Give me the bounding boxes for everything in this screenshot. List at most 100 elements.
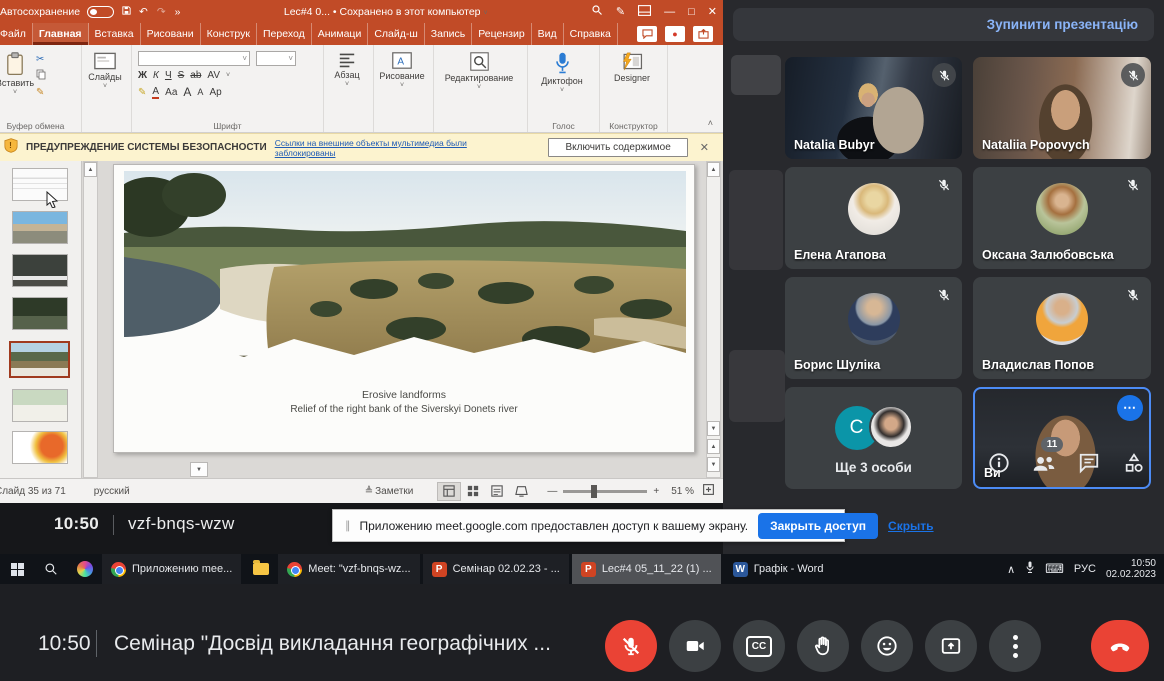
redo-button[interactable]: ↷ bbox=[157, 6, 166, 18]
format-painter-icon[interactable]: ✎ bbox=[36, 87, 46, 98]
qat-more-button[interactable]: » bbox=[175, 6, 181, 18]
taskbar-item-word[interactable]: W Графік - Word bbox=[724, 554, 833, 584]
share-icon[interactable] bbox=[693, 26, 713, 42]
normal-view-button[interactable] bbox=[437, 482, 461, 501]
taskbar-item-meet[interactable]: Meet: "vzf-bnqs-wz... bbox=[278, 554, 419, 584]
dictate-button[interactable]: Диктофон ˅ bbox=[528, 45, 596, 93]
paragraph-button[interactable]: Абзац ˅ bbox=[324, 45, 370, 87]
taskbar-item-powerpoint-lecture[interactable]: P Lec#4 05_11_22 (1) ... bbox=[572, 554, 721, 584]
paint-app-icon[interactable] bbox=[68, 554, 102, 584]
slide-thumbnail[interactable] bbox=[12, 297, 68, 330]
participant-tile[interactable]: Nataliia Popovych bbox=[973, 57, 1151, 159]
grow-font-button[interactable]: А bbox=[183, 85, 191, 99]
stop-sharing-button[interactable]: Закрыть доступ bbox=[758, 513, 878, 539]
tab-design[interactable]: Конструк bbox=[201, 23, 257, 45]
current-slide[interactable]: Erosive landforms Relief of the right ba… bbox=[113, 164, 695, 453]
taskbar-search-icon[interactable] bbox=[34, 554, 68, 584]
drag-handle-icon[interactable]: ∥ bbox=[345, 519, 350, 532]
zoom-out-button[interactable]: — bbox=[547, 486, 557, 497]
ribbon-options-icon[interactable] bbox=[638, 5, 651, 19]
raise-hand-button[interactable] bbox=[797, 620, 849, 672]
captions-button[interactable]: CC bbox=[733, 620, 785, 672]
scroll-down-button[interactable]: ▼ bbox=[707, 421, 720, 436]
collapse-ribbon-button[interactable]: ˄ bbox=[708, 118, 713, 128]
more-options-button[interactable] bbox=[989, 620, 1041, 672]
slide-sorter-view-button[interactable] bbox=[461, 482, 485, 501]
tab-review[interactable]: Рецензир bbox=[472, 23, 531, 45]
present-screen-button[interactable] bbox=[925, 620, 977, 672]
tab-slideshow[interactable]: Слайд-ш bbox=[368, 23, 424, 45]
overflow-participants-tile[interactable]: C Ще 3 особи bbox=[785, 387, 962, 489]
font-size-select[interactable]: ˅ bbox=[256, 51, 296, 66]
copy-icon[interactable] bbox=[36, 69, 46, 83]
editing-button[interactable]: Редактирование ˅ bbox=[434, 45, 524, 90]
tab-help[interactable]: Справка bbox=[564, 23, 618, 45]
tab-draw[interactable]: Рисовани bbox=[141, 23, 201, 45]
designer-button[interactable]: Designer bbox=[600, 45, 664, 83]
participant-tile[interactable]: Natalia Bubyr bbox=[785, 57, 962, 159]
tray-keyboard-icon[interactable]: ⌨ bbox=[1045, 561, 1064, 577]
italic-button[interactable]: К bbox=[153, 70, 159, 81]
warning-link[interactable]: Ссылки на внешние объекты мультимедиа бы… bbox=[275, 138, 525, 158]
underline-button[interactable]: Ч bbox=[165, 70, 172, 81]
strikethrough-button[interactable]: S bbox=[178, 70, 185, 81]
participant-tile[interactable]: Борис Шуліка bbox=[785, 277, 962, 379]
font-name-select[interactable]: ˅ bbox=[138, 51, 250, 66]
record-icon[interactable]: ● bbox=[665, 26, 685, 42]
drawing-button[interactable]: A Рисование ˅ bbox=[374, 45, 430, 88]
bold-button[interactable]: Ж bbox=[138, 70, 147, 81]
tab-view[interactable]: Вид bbox=[532, 23, 564, 45]
clear-format-button[interactable]: Ар bbox=[209, 87, 221, 98]
tray-expand-icon[interactable]: ∧ bbox=[1007, 563, 1015, 576]
taskbar-item-powerpoint-seminar[interactable]: P Семінар 02.02.23 - ... bbox=[423, 554, 569, 584]
info-icon[interactable] bbox=[985, 449, 1013, 477]
save-icon[interactable] bbox=[121, 5, 132, 19]
tab-file[interactable]: Файл bbox=[0, 23, 33, 45]
tab-record[interactable]: Запись bbox=[425, 23, 472, 45]
shrink-font-button[interactable]: А bbox=[197, 87, 203, 97]
language-indicator[interactable]: русский bbox=[94, 486, 130, 497]
mic-toggle-button[interactable] bbox=[605, 620, 657, 672]
change-case-button[interactable]: Аа bbox=[165, 87, 177, 98]
ink-pen-icon[interactable]: ✎ bbox=[616, 5, 625, 18]
zoom-in-button[interactable]: + bbox=[653, 486, 659, 497]
leave-call-button[interactable] bbox=[1091, 620, 1149, 672]
tab-animations[interactable]: Анимаци bbox=[312, 23, 369, 45]
reading-view-button[interactable] bbox=[485, 482, 509, 501]
slide-thumbnail[interactable] bbox=[12, 254, 68, 287]
title-caret-icon[interactable]: ˅ bbox=[483, 10, 487, 17]
cut-icon[interactable]: ✂ bbox=[36, 54, 46, 65]
participant-tile[interactable]: Оксана Залюбовська bbox=[973, 167, 1151, 269]
next-slide-button[interactable]: ▼ bbox=[707, 457, 720, 472]
slide-scrollbar[interactable]: ▲ ▼ ▲ ▼ bbox=[706, 161, 721, 478]
stop-presentation-button[interactable]: Зупинити презентацію bbox=[987, 17, 1138, 32]
file-explorer-icon[interactable] bbox=[244, 554, 278, 584]
subscript-button[interactable]: ab bbox=[190, 70, 201, 81]
close-button[interactable]: ✕ bbox=[708, 5, 717, 18]
reactions-button[interactable] bbox=[861, 620, 913, 672]
people-icon[interactable] bbox=[1030, 449, 1058, 477]
tab-insert[interactable]: Вставка bbox=[89, 23, 141, 45]
activities-icon[interactable] bbox=[1120, 449, 1148, 477]
maximize-button[interactable]: □ bbox=[688, 6, 695, 18]
language-switcher[interactable]: РУС bbox=[1074, 563, 1096, 575]
warning-close-icon[interactable]: ✕ bbox=[696, 141, 713, 154]
thumbnails-scrollbar[interactable]: ▲ bbox=[83, 161, 98, 478]
zoom-slider[interactable] bbox=[563, 490, 647, 493]
comments-icon[interactable] bbox=[637, 26, 657, 42]
tray-mic-icon[interactable] bbox=[1025, 561, 1035, 577]
slide-thumbnail-selected[interactable] bbox=[9, 341, 70, 378]
previous-slide-button[interactable]: ▲ bbox=[707, 439, 720, 454]
participant-tile[interactable]: Елена Агапова bbox=[785, 167, 962, 269]
slide-thumbnail[interactable] bbox=[12, 168, 68, 201]
clock[interactable]: 10:50 02.02.2023 bbox=[1106, 558, 1156, 580]
text-highlight-button[interactable]: ✎ bbox=[138, 87, 146, 98]
search-icon[interactable] bbox=[591, 4, 603, 19]
autosave-toggle[interactable] bbox=[87, 6, 114, 18]
undo-button[interactable]: ↶ bbox=[139, 6, 148, 18]
slide-thumbnail[interactable] bbox=[12, 431, 68, 464]
start-button[interactable] bbox=[0, 554, 34, 584]
hide-notification-link[interactable]: Скрыть bbox=[888, 519, 934, 533]
fit-to-window-icon[interactable] bbox=[702, 483, 715, 499]
camera-toggle-button[interactable] bbox=[669, 620, 721, 672]
